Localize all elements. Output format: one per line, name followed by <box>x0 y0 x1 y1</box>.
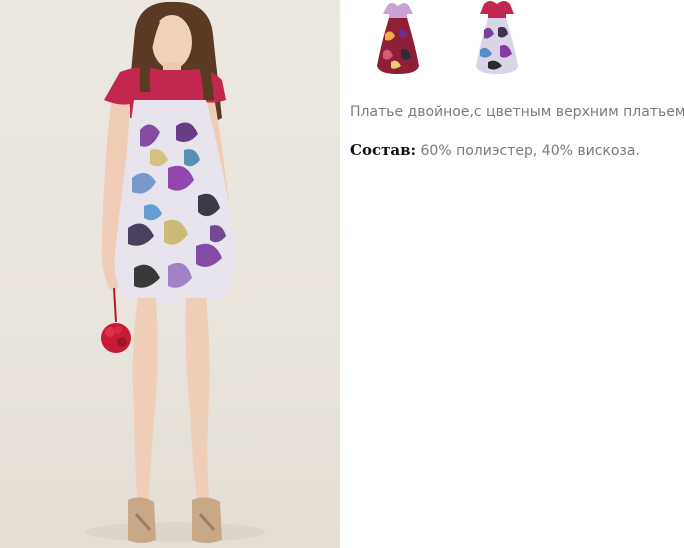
product-composition: Состав: 60% полиэстер, 40% вискоза. <box>350 140 684 161</box>
dress-purple-print-thumbnail-icon <box>476 1 518 74</box>
composition-label: Состав: <box>350 141 417 159</box>
thumbnail-purple-dress[interactable] <box>472 0 522 76</box>
product-page: Платье двойное,с цветным верхним платьем… <box>0 0 684 548</box>
product-description: Платье двойное,с цветным верхним платьем… <box>350 104 684 120</box>
dress-red-print-thumbnail-icon <box>377 3 419 74</box>
main-product-photo <box>0 0 340 548</box>
thumbnail-red-dress[interactable] <box>373 0 423 76</box>
composition-value: 60% полиэстер, 40% вискоза. <box>416 143 640 159</box>
